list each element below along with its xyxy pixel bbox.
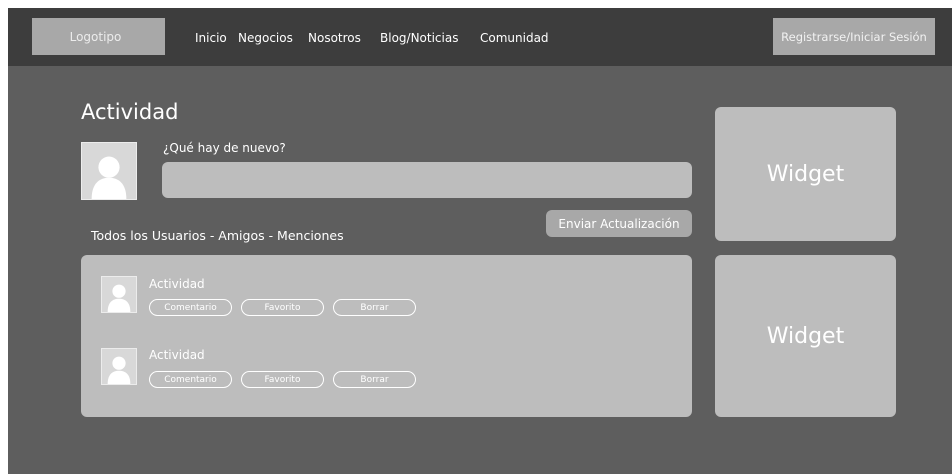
activity-filters[interactable]: Todos los Usuarios - Amigos - Menciones [91, 228, 344, 243]
nav-link-negocios[interactable]: Negocios [238, 31, 293, 45]
activity-avatar [101, 276, 137, 313]
activity-avatar [101, 348, 137, 385]
delete-button[interactable]: Borrar [333, 299, 416, 316]
favorite-button[interactable]: Favorito [241, 299, 324, 316]
nav-link-inicio[interactable]: Inicio [195, 31, 227, 45]
user-silhouette-icon [107, 284, 131, 312]
delete-button[interactable]: Borrar [333, 371, 416, 388]
favorite-button[interactable]: Favorito [241, 371, 324, 388]
widget-2: Widget [715, 255, 896, 417]
update-input[interactable] [162, 162, 692, 198]
avatar [81, 142, 137, 200]
activity-title: Actividad [149, 277, 205, 291]
nav-link-comunidad[interactable]: Comunidad [480, 31, 549, 45]
widget-1: Widget [715, 107, 896, 241]
update-prompt-label: ¿Qué hay de nuevo? [163, 141, 286, 155]
logo[interactable]: Logotipo [32, 18, 165, 55]
register-login-button[interactable]: Registrarse/Iniciar Sesión [773, 18, 935, 55]
user-silhouette-icon [107, 356, 131, 384]
send-update-button[interactable]: Enviar Actualización [546, 210, 692, 237]
nav-link-blog[interactable]: Blog/Noticias [380, 31, 458, 45]
comment-button[interactable]: Comentario [149, 371, 232, 388]
user-silhouette-icon [91, 156, 127, 199]
comment-button[interactable]: Comentario [149, 299, 232, 316]
page-title: Actividad [81, 100, 179, 124]
nav-link-nosotros[interactable]: Nosotros [308, 31, 361, 45]
activity-title: Actividad [149, 348, 205, 362]
